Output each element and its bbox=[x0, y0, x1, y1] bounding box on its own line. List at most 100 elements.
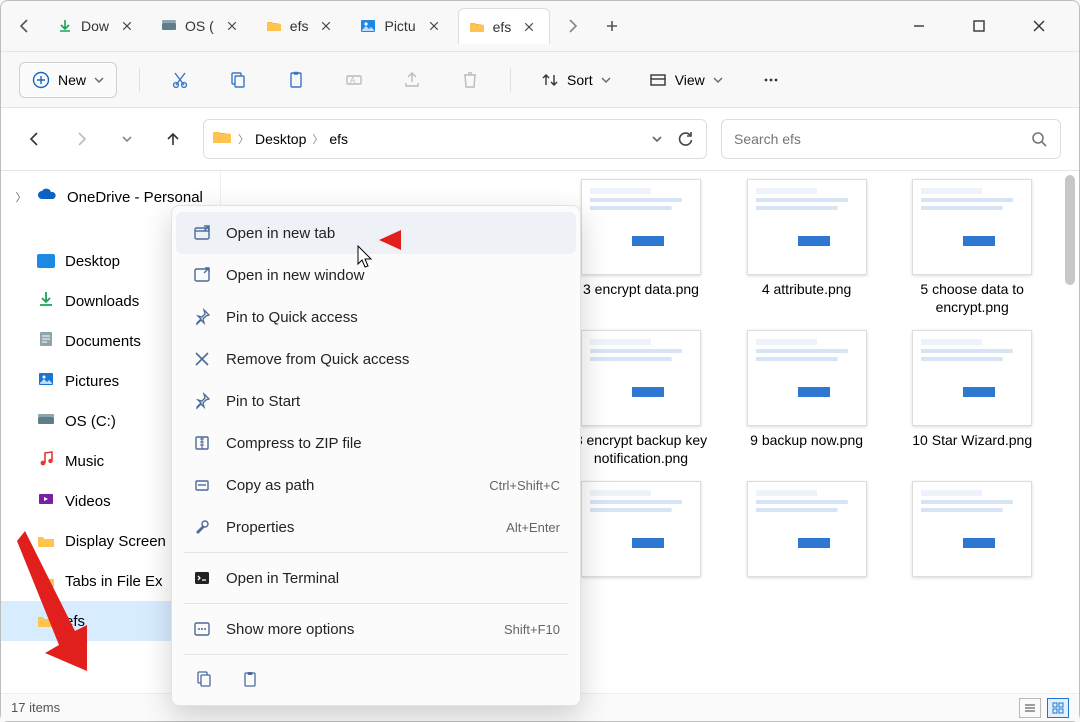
context-menu: Open in new tab Open in new window Pin t… bbox=[171, 205, 581, 706]
rename-button[interactable]: A bbox=[336, 62, 372, 98]
download-icon bbox=[37, 290, 55, 312]
ctx-remove-quick-access[interactable]: Remove from Quick access bbox=[176, 338, 576, 380]
tab-label: efs bbox=[290, 18, 309, 34]
tab-history-back[interactable] bbox=[7, 8, 43, 44]
ctx-label: Copy as path bbox=[226, 477, 314, 494]
minimize-button[interactable] bbox=[901, 11, 937, 41]
file-label: 8 encrypt backup key notification.png bbox=[566, 432, 716, 467]
tab-os-drive[interactable]: OS ( bbox=[151, 8, 252, 44]
copy-button[interactable] bbox=[190, 665, 218, 693]
maximize-button[interactable] bbox=[961, 11, 997, 41]
breadcrumb-bar[interactable]: 〉 Desktop 〉 efs bbox=[203, 119, 707, 159]
file-item[interactable] bbox=[564, 481, 718, 577]
ctx-open-terminal[interactable]: Open in Terminal bbox=[176, 557, 576, 599]
thumbnail bbox=[581, 481, 701, 577]
tab-efs-active[interactable]: efs bbox=[458, 8, 551, 44]
new-tab-button[interactable] bbox=[594, 8, 630, 44]
tab-label: Pictu bbox=[384, 18, 415, 34]
details-view-button[interactable] bbox=[1019, 698, 1041, 718]
ctx-shortcut: Alt+Enter bbox=[506, 520, 560, 535]
file-item[interactable] bbox=[730, 481, 884, 577]
pictures-icon bbox=[360, 18, 376, 34]
file-item[interactable] bbox=[895, 481, 1049, 577]
ctx-label: Remove from Quick access bbox=[226, 351, 409, 368]
ctx-label: Compress to ZIP file bbox=[226, 435, 362, 452]
nav-forward[interactable] bbox=[65, 123, 97, 155]
file-item[interactable]: 8 encrypt backup key notification.png bbox=[564, 330, 718, 467]
ctx-label: Pin to Quick access bbox=[226, 309, 358, 326]
thumbnail bbox=[747, 330, 867, 426]
sort-label: Sort bbox=[567, 72, 593, 88]
breadcrumb-part[interactable]: Desktop bbox=[255, 131, 306, 147]
ctx-show-more[interactable]: Show more options Shift+F10 bbox=[176, 608, 576, 650]
delete-button[interactable] bbox=[452, 62, 488, 98]
terminal-icon bbox=[192, 568, 212, 588]
thumbnail bbox=[912, 330, 1032, 426]
ctx-pin-start[interactable]: Pin to Start bbox=[176, 380, 576, 422]
unpin-icon bbox=[192, 349, 212, 369]
nav-recent[interactable] bbox=[111, 123, 143, 155]
file-item[interactable]: 3 encrypt data.png bbox=[564, 179, 718, 316]
paste-button[interactable] bbox=[236, 665, 264, 693]
file-item[interactable]: 4 attribute.png bbox=[730, 179, 884, 316]
separator bbox=[510, 68, 511, 92]
annotation-arrow bbox=[17, 531, 107, 671]
cut-button[interactable] bbox=[162, 62, 198, 98]
close-icon[interactable] bbox=[316, 16, 336, 36]
sidebar-label: Downloads bbox=[65, 293, 139, 310]
search-box[interactable] bbox=[721, 119, 1061, 159]
close-icon[interactable] bbox=[519, 17, 539, 37]
nav-back[interactable] bbox=[19, 123, 51, 155]
file-item[interactable]: 5 choose data to encrypt.png bbox=[895, 179, 1049, 316]
more-button[interactable] bbox=[753, 62, 789, 98]
file-label: 3 encrypt data.png bbox=[583, 281, 699, 299]
search-input[interactable] bbox=[734, 131, 974, 147]
chevron-down-icon[interactable] bbox=[652, 134, 662, 144]
ctx-shortcut: Shift+F10 bbox=[504, 622, 560, 637]
ctx-pin-quick-access[interactable]: Pin to Quick access bbox=[176, 296, 576, 338]
nav-row: 〉 Desktop 〉 efs bbox=[1, 107, 1079, 171]
tab-history-forward[interactable] bbox=[554, 8, 590, 44]
sidebar-label: Documents bbox=[65, 333, 141, 350]
chevron-right-icon[interactable]: 〉 bbox=[15, 189, 27, 205]
thumbnail bbox=[581, 179, 701, 275]
window-controls bbox=[901, 11, 1073, 41]
ctx-open-new-tab[interactable]: Open in new tab bbox=[176, 212, 576, 254]
paste-button[interactable] bbox=[278, 62, 314, 98]
documents-icon bbox=[37, 330, 55, 352]
new-tab-icon bbox=[192, 223, 212, 243]
view-icon bbox=[649, 71, 667, 89]
sidebar-label: Desktop bbox=[65, 253, 120, 270]
pin-icon bbox=[192, 307, 212, 327]
ctx-compress-zip[interactable]: Compress to ZIP file bbox=[176, 422, 576, 464]
view-button[interactable]: View bbox=[641, 62, 731, 98]
tab-pictures[interactable]: Pictu bbox=[350, 8, 453, 44]
ctx-open-new-window[interactable]: Open in new window bbox=[176, 254, 576, 296]
pin-icon bbox=[192, 391, 212, 411]
share-button[interactable] bbox=[394, 62, 430, 98]
tab-label: Dow bbox=[81, 18, 109, 34]
sort-button[interactable]: Sort bbox=[533, 62, 619, 98]
close-icon[interactable] bbox=[424, 16, 444, 36]
file-item[interactable]: 9 backup now.png bbox=[730, 330, 884, 467]
chevron-right-icon: 〉 bbox=[238, 131, 249, 147]
vertical-scrollbar[interactable] bbox=[1065, 175, 1075, 689]
file-item[interactable]: 10 Star Wizard.png bbox=[895, 330, 1049, 467]
refresh-icon[interactable] bbox=[676, 130, 694, 148]
sidebar-label: Videos bbox=[65, 493, 111, 510]
close-button[interactable] bbox=[1021, 11, 1057, 41]
breadcrumb-part[interactable]: efs bbox=[329, 131, 348, 147]
ctx-properties[interactable]: Properties Alt+Enter bbox=[176, 506, 576, 548]
copy-button[interactable] bbox=[220, 62, 256, 98]
tab-downloads[interactable]: Dow bbox=[47, 8, 147, 44]
new-button[interactable]: New bbox=[19, 62, 117, 98]
nav-up[interactable] bbox=[157, 123, 189, 155]
tab-efs-1[interactable]: efs bbox=[256, 8, 347, 44]
new-label: New bbox=[58, 72, 86, 88]
icons-view-button[interactable] bbox=[1047, 698, 1069, 718]
ctx-copy-path[interactable]: Copy as path Ctrl+Shift+C bbox=[176, 464, 576, 506]
chevron-down-icon bbox=[601, 75, 611, 85]
close-icon[interactable] bbox=[222, 16, 242, 36]
chevron-down-icon bbox=[94, 75, 104, 85]
close-icon[interactable] bbox=[117, 16, 137, 36]
